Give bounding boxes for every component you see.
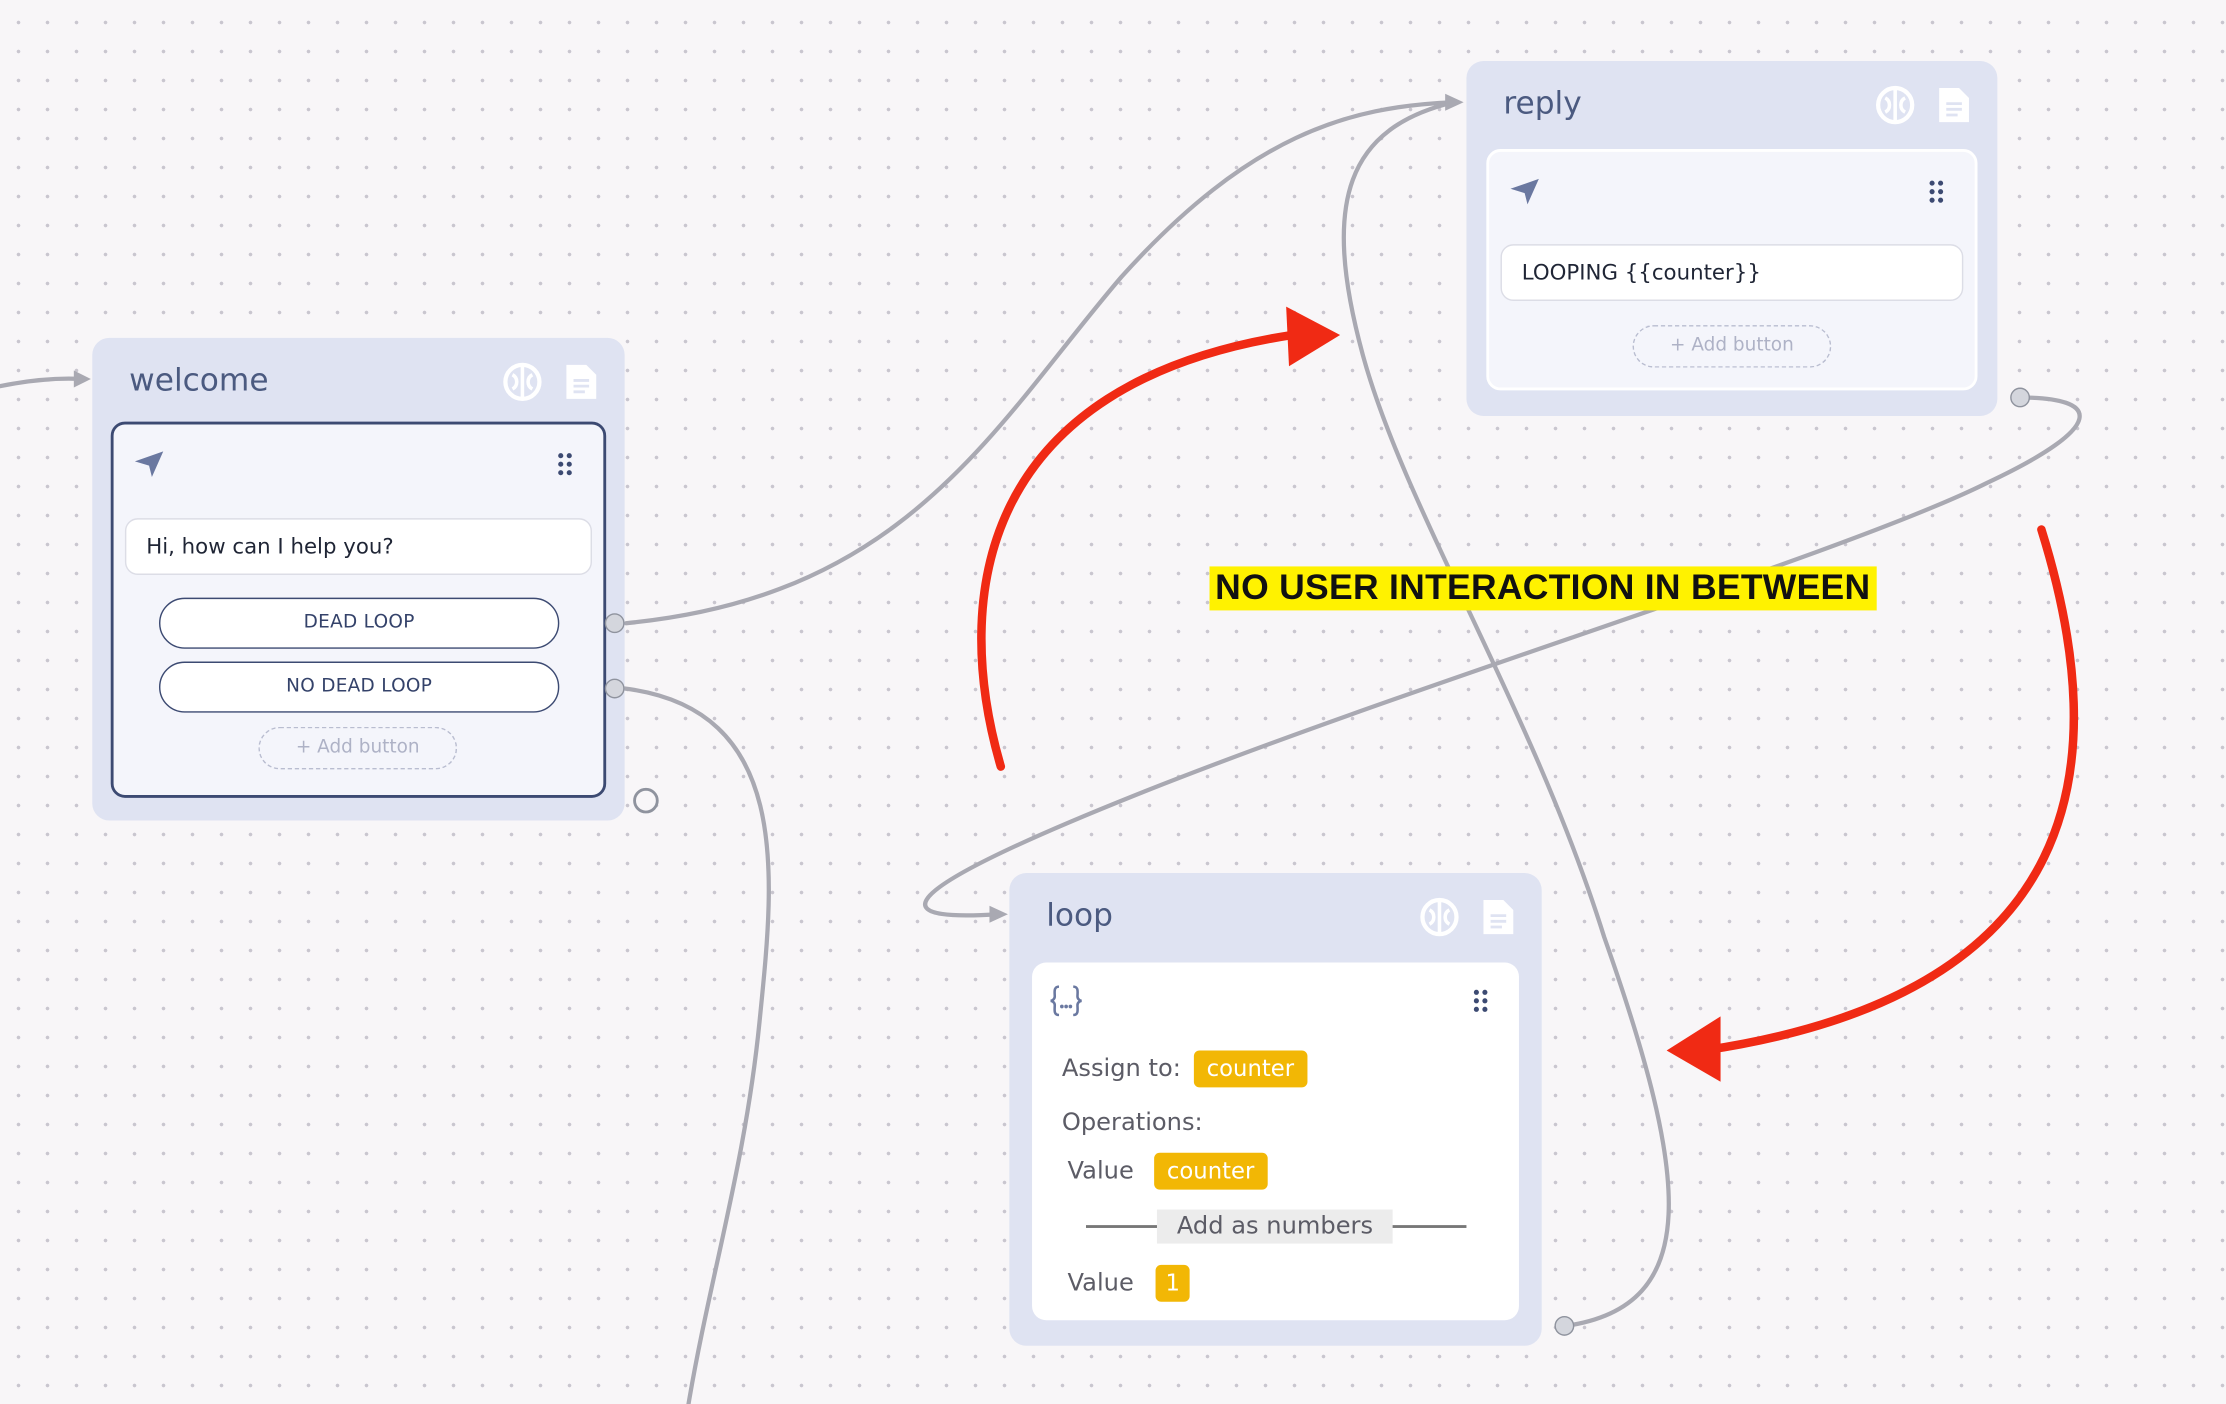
annotation-arrowhead-down [1666, 1016, 1721, 1082]
annotation-label: NO USER INTERACTION IN BETWEEN [1209, 566, 1877, 611]
annotation-arrowhead-up [1286, 306, 1341, 367]
flow-canvas[interactable]: welcome Hi, how can I help you? DEAD LOO… [0, 0, 2226, 1404]
annotation-arrow-up [977, 330, 1297, 771]
annotation-arrows [977, 306, 2079, 1082]
